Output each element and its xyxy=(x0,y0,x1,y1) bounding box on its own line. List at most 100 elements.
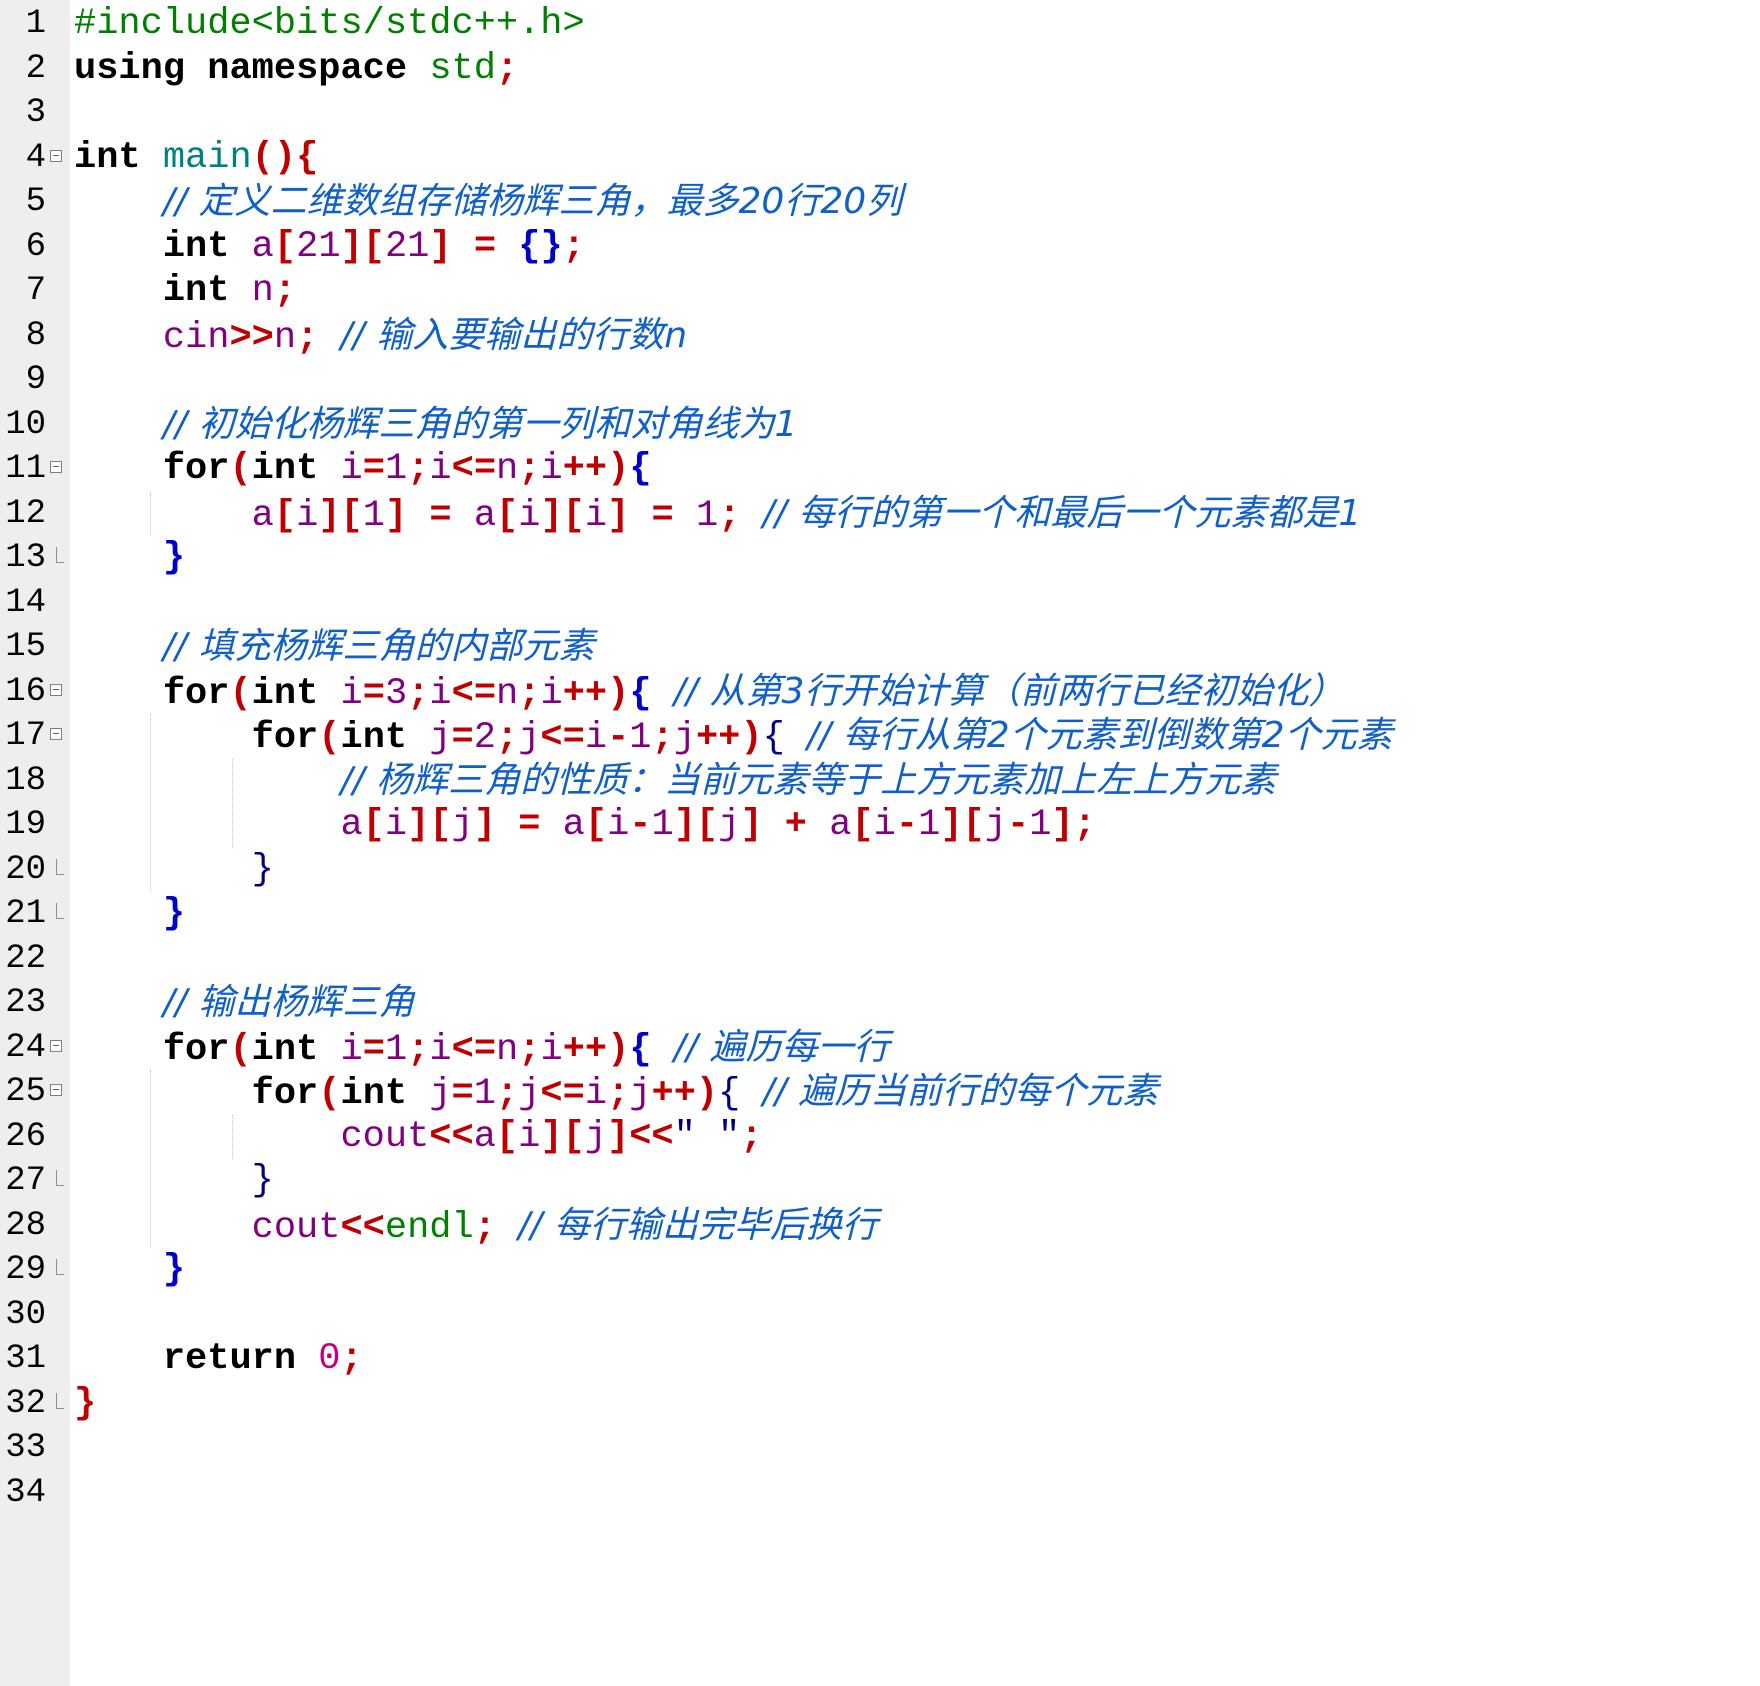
code-text: cout<<a[i][j]<<" "; xyxy=(74,1112,762,1162)
code-line[interactable]: 4 int main(){ xyxy=(0,133,1760,183)
code-line[interactable]: 2 using namespace std; xyxy=(0,44,1760,94)
code-line[interactable]: 7 int n; xyxy=(0,266,1760,316)
code-line[interactable]: 32} xyxy=(0,1379,1760,1429)
code-line[interactable]: 20 } xyxy=(0,845,1760,895)
code-token: ++) xyxy=(562,448,630,490)
fold-toggle-icon[interactable] xyxy=(50,683,62,696)
code-comment: // 填充杨辉三角的内部元素 xyxy=(162,626,595,667)
fold-toggle-icon[interactable] xyxy=(50,1084,62,1096)
code-line[interactable]: 14 xyxy=(0,578,1760,628)
line-number: 16 xyxy=(5,672,46,711)
code-line[interactable]: 27 } xyxy=(0,1156,1760,1206)
fold-toggle-icon[interactable] xyxy=(50,149,62,162)
code-line[interactable]: 33 xyxy=(0,1423,1760,1473)
code-token: - xyxy=(895,804,919,846)
code-line[interactable]: 3 xyxy=(0,88,1760,138)
code-line[interactable]: 12 a[i][1] = a[i][i] = 1; // 每行的第一个和最后一个… xyxy=(0,489,1760,539)
code-line[interactable]: 30 xyxy=(0,1290,1760,1340)
code-token: = xyxy=(473,225,497,268)
code-line[interactable]: 13 } xyxy=(0,533,1760,583)
code-token: ; xyxy=(518,672,541,715)
indent-guide xyxy=(232,758,233,848)
code-token: ] xyxy=(607,494,630,537)
code-line[interactable]: 23 // 输出杨辉三角 xyxy=(0,978,1760,1028)
code-line[interactable]: 24 for(int i=1;i<=n;i++){ // 遍历每一行 xyxy=(0,1023,1760,1073)
code-line[interactable]: 16 for(int i=3;i<=n;i++){ // 从第3行开始计算（前两… xyxy=(0,667,1760,717)
code-token: - xyxy=(629,804,652,846)
code-token: ++) xyxy=(562,1028,630,1071)
code-token: ]<< xyxy=(607,1115,674,1158)
code-token: i xyxy=(340,448,363,490)
code-token: } xyxy=(251,848,274,891)
code-token: i xyxy=(340,672,363,715)
line-number: 9 xyxy=(25,361,46,399)
code-token: { xyxy=(629,1028,652,1071)
code-line[interactable]: 21 } xyxy=(0,889,1760,939)
code-line[interactable]: 8 cin>>n; // 输入要输出的行数n xyxy=(0,311,1760,361)
code-line[interactable]: 29 } xyxy=(0,1245,1760,1295)
code-token: cout xyxy=(251,1206,341,1249)
code-line[interactable]: 25 for(int j=1;j<=i;j++){ // 遍历当前行的每个元素 xyxy=(0,1067,1760,1117)
code-line[interactable]: 22 xyxy=(0,934,1760,984)
code-line[interactable]: 19 a[i][j] = a[i-1][j] + a[i-1][j-1]; xyxy=(0,800,1760,850)
code-token: #include<bits/stdc++.h> xyxy=(74,3,585,45)
code-line[interactable]: 34 xyxy=(0,1468,1760,1518)
code-token: ; xyxy=(407,672,430,715)
code-text: using namespace std; xyxy=(74,44,518,94)
code-token: i xyxy=(540,448,563,490)
code-token: [ xyxy=(273,494,297,537)
code-line[interactable]: 1 #include<bits/stdc++.h> xyxy=(0,0,1760,49)
code-text: int main(){ xyxy=(74,133,318,183)
code-line[interactable]: 28 cout<<endl; // 每行输出完毕后换行 xyxy=(0,1201,1760,1251)
fold-toggle-icon[interactable] xyxy=(50,461,62,473)
code-text: #include<bits/stdc++.h> xyxy=(74,0,585,49)
code-line[interactable]: 6 int a[21][21] = {}; xyxy=(0,222,1760,272)
code-token: ( xyxy=(229,1028,252,1071)
indent-guide xyxy=(150,491,151,536)
fold-toggle-icon[interactable] xyxy=(50,1039,62,1052)
fold-toggle-icon[interactable] xyxy=(50,728,62,740)
code-token: >> xyxy=(229,316,274,359)
line-number: 22 xyxy=(5,939,46,978)
code-text: } xyxy=(74,889,185,939)
code-token: int xyxy=(340,717,408,759)
code-editor[interactable]: 1 #include<bits/stdc++.h> 2 using namespace… xyxy=(0,0,1760,1686)
code-line[interactable]: 11 for(int i=1;i<=n;i++){ xyxy=(0,444,1760,494)
code-line[interactable]: 26 cout<<a[i][j]<<" "; xyxy=(0,1112,1760,1162)
code-comment: // 定义二维数组存储杨辉三角，最多20行20列 xyxy=(162,181,903,222)
code-token: 1 xyxy=(1029,804,1052,846)
code-line[interactable]: 17 for(int j=2;j<=i-1;j++){ // 每行从第2个元素到… xyxy=(0,711,1760,761)
code-comment: // 遍历每一行 xyxy=(673,1026,890,1068)
code-token: 3 xyxy=(384,672,408,715)
code-line[interactable]: 31 return 0; xyxy=(0,1334,1760,1384)
code-line[interactable]: 10 // 初始化杨辉三角的第一列和对角线为1 xyxy=(0,400,1760,450)
code-token: - xyxy=(1006,804,1030,846)
code-token: using xyxy=(74,47,186,90)
code-line[interactable]: 18 // 杨辉三角的性质：当前元素等于上方元素加上左上方元素 xyxy=(0,756,1760,806)
code-line[interactable]: 9 xyxy=(0,355,1760,405)
code-token: cin xyxy=(162,316,230,359)
line-number: 14 xyxy=(5,583,46,622)
code-token: ++) xyxy=(695,717,763,759)
fold-end-marker-icon xyxy=(56,1259,64,1275)
code-token: j xyxy=(584,1115,607,1158)
code-text: } xyxy=(74,845,274,895)
code-token: a xyxy=(251,225,274,268)
code-line[interactable]: 15 // 填充杨辉三角的内部元素 xyxy=(0,622,1760,672)
line-number: 19 xyxy=(5,806,46,844)
code-token: i xyxy=(873,804,896,846)
code-token: [ xyxy=(273,225,297,268)
code-line[interactable]: 5 // 定义二维数组存储杨辉三角，最多20行20列 xyxy=(0,177,1760,227)
